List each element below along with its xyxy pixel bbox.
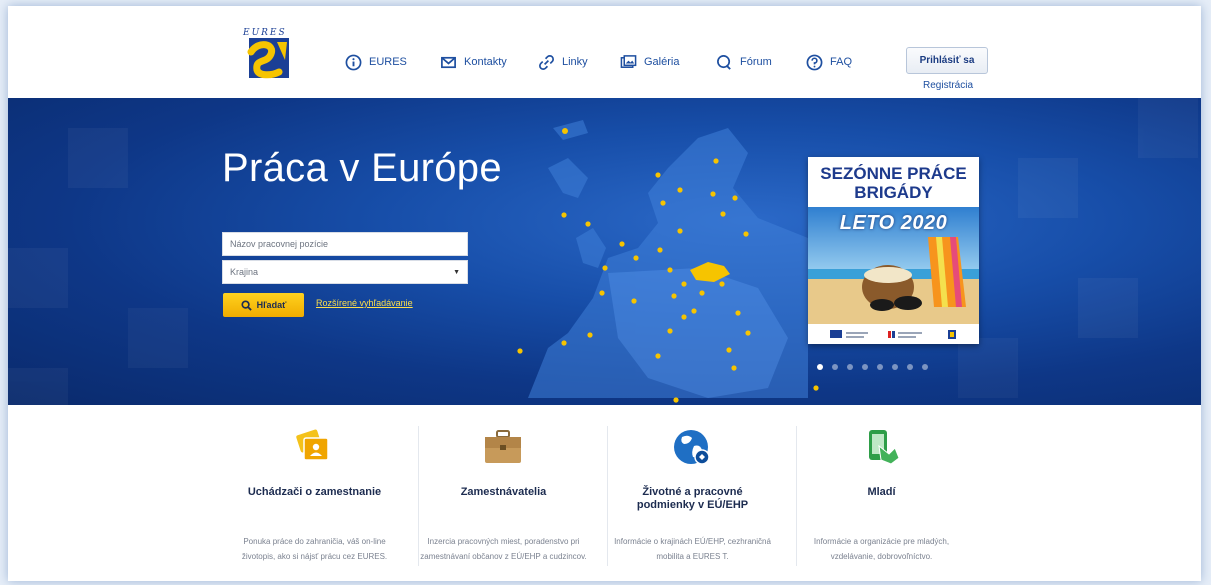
hero-title: Práca v Európe (222, 146, 502, 190)
nav-linky[interactable]: Linky (538, 52, 588, 72)
carousel-dot[interactable] (817, 364, 823, 370)
card-youth-desc: Informácie a organizácie pre mladých, vz… (813, 537, 950, 561)
site-header: EURES EURES Kontakty Linky Galéria Fórum (8, 6, 1201, 98)
carousel-dot[interactable] (922, 364, 928, 370)
globe-icon (674, 430, 710, 465)
nav-eures[interactable]: EURES (345, 52, 407, 72)
card-youth[interactable]: Mladí Informácie a organizácie pre mladý… (787, 408, 976, 581)
job-seeker-icon (296, 429, 329, 461)
promo-logos-strip (808, 324, 979, 344)
help-icon (806, 54, 823, 70)
hero-banner: Práca v Európe Názov pracovnej pozície K… (8, 98, 1201, 405)
login-button[interactable]: Prihlásiť sa (906, 47, 988, 74)
eures-logo[interactable]: EURES (241, 28, 299, 80)
category-cards: Uchádzači o zamestnanie Ponuka práce do … (220, 408, 976, 581)
job-title-placeholder: Názov pracovnej pozície (230, 239, 329, 249)
card-living-conditions-desc: Informácie o krajinách EÚ/EHP, cezhranič… (614, 537, 771, 561)
advanced-search-link[interactable]: Rozšírené vyhľadávanie (316, 298, 413, 308)
briefcase-icon (485, 430, 521, 463)
search-icon (241, 299, 252, 311)
carousel-dot[interactable] (862, 364, 868, 370)
card-job-seekers[interactable]: Uchádzači o zamestnanie Ponuka práce do … (220, 408, 409, 581)
europe-map-illustration (8, 98, 1198, 405)
nav-galeria[interactable]: Galéria (620, 52, 679, 72)
country-select-value: Krajina (230, 267, 259, 277)
card-employers[interactable]: Zamestnávatelia Inzercia pracovných mies… (409, 408, 598, 581)
nav-eures-label: EURES (369, 56, 407, 68)
nav-forum[interactable]: Fórum (716, 52, 772, 72)
caret-down-icon: ▼ (453, 268, 460, 276)
gallery-icon (620, 54, 637, 68)
card-youth-title: Mladí (867, 486, 896, 498)
card-living-conditions-title: Životné a pracovné podmienky v EÚ/EHP (636, 486, 749, 511)
carousel-dot[interactable] (832, 364, 838, 370)
country-select[interactable]: Krajina ▼ (222, 260, 468, 284)
card-living-conditions[interactable]: Životné a pracovné podmienky v EÚ/EHP In… (598, 408, 787, 581)
carousel-dot[interactable] (847, 364, 853, 370)
forum-icon (717, 54, 731, 70)
card-job-seekers-title: Uchádzači o zamestnanie (247, 486, 382, 498)
page-frame: EURES EURES Kontakty Linky Galéria Fórum (8, 6, 1201, 581)
card-employers-title: Zamestnávatelia (460, 486, 547, 498)
register-link[interactable]: Registrácia (923, 80, 973, 91)
nav-kontakty-label: Kontakty (464, 56, 507, 68)
youth-icon (869, 430, 900, 465)
nav-faq[interactable]: FAQ (806, 52, 852, 72)
nav-linky-label: Linky (562, 56, 588, 68)
nav-kontakty[interactable]: Kontakty (440, 52, 507, 72)
nav-faq-label: FAQ (830, 56, 853, 68)
link-icon (539, 54, 554, 70)
promo-year: LETO 2020 (839, 212, 948, 234)
card-employers-desc: Inzercia pracovných miest, poradenstvo p… (420, 537, 587, 561)
envelope-icon (441, 56, 456, 68)
search-button-label: Hľadať (256, 300, 287, 310)
nav-forum-label: Fórum (740, 56, 772, 68)
info-icon (345, 54, 362, 70)
carousel-dot[interactable] (907, 364, 913, 370)
carousel-dot[interactable] (892, 364, 898, 370)
job-title-input[interactable]: Názov pracovnej pozície (222, 232, 468, 256)
promo-card[interactable]: SEZÓNNE PRÁCE BRIGÁDY LETO 2020 (808, 157, 979, 344)
search-button[interactable]: Hľadať (223, 293, 304, 317)
promo-title-line1: SEZÓNNE PRÁCE (820, 164, 967, 183)
nav-galeria-label: Galéria (644, 56, 680, 68)
carousel-dot[interactable] (877, 364, 883, 370)
card-job-seekers-desc: Ponuka práce do zahraničia, váš on-line … (241, 537, 388, 561)
carousel-dots (817, 364, 928, 370)
promo-title-line2: BRIGÁDY (854, 183, 933, 202)
